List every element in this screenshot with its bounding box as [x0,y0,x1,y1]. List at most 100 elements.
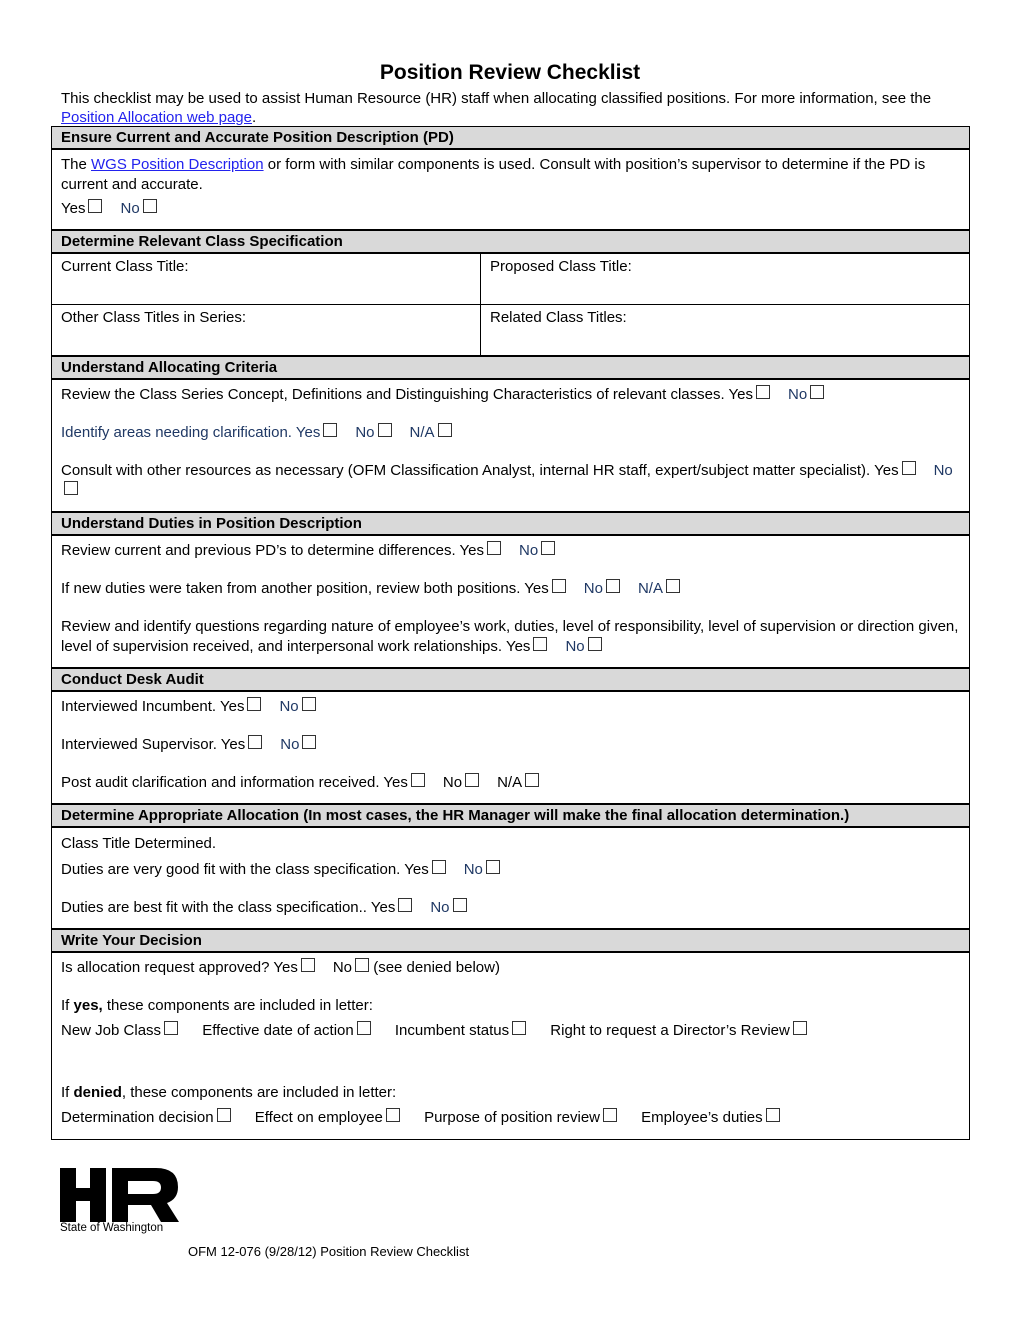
hr-logo-mark-icon [60,1168,179,1222]
other-class-titles-field[interactable]: Other Class Titles in Series: [52,305,481,355]
denied-components-label: If denied, these components are included… [61,1083,960,1103]
audit-1-no-checkbox[interactable] [301,697,316,711]
criteria-item-1: Review the Class Series Concept, Definit… [61,385,960,405]
wgs-position-description-link[interactable]: WGS Position Description [91,156,264,173]
na-label: N/A [497,774,523,791]
proposed-class-title-label: Proposed Class Title: [490,258,632,275]
label-bold: denied [73,1084,122,1101]
checklist-form: Ensure Current and Accurate Position Des… [51,126,970,1140]
duties-2-na-checkbox[interactable] [665,579,680,593]
audit-3-na-checkbox[interactable] [525,773,540,787]
audit-item-2: Interviewed Supervisor. Yes No [61,735,960,755]
incumbent-status-checkbox[interactable] [512,1021,527,1035]
criteria-1-yes-checkbox[interactable] [756,385,770,399]
label-prefix: If [61,1084,74,1101]
directors-review-checkbox[interactable] [792,1021,807,1035]
duties-item-3: Review and identify questions regarding … [61,617,960,657]
criteria-2-yes-checkbox[interactable] [323,423,338,437]
label-suffix: , these components are included in lette… [121,1084,397,1101]
audit-item-3: Post audit clarification and information… [61,773,960,793]
component-label: Right to request a Director’s Review [550,1022,790,1039]
new-job-class-checkbox[interactable] [164,1021,179,1035]
pd-text-start: The [61,156,92,173]
section-heading-class-spec: Determine Relevant Class Specification [52,229,969,254]
section-heading-allocation: Determine Appropriate Allocation (In mos… [52,803,969,828]
no-label: No [430,899,450,916]
no-label: No [583,580,603,597]
allocation-1-yes-checkbox[interactable] [431,860,446,874]
section-body-audit: Interviewed Incumbent. Yes No Interviewed… [52,692,969,803]
pd-no-checkbox[interactable] [142,199,157,213]
item-text: Review and identify questions regarding … [61,618,959,655]
section-body-duties: Review current and previous PD’s to dete… [52,536,969,667]
intro-text: This checklist may be used to assist Hum… [61,90,932,107]
duties-2-yes-checkbox[interactable] [551,579,566,593]
pd-options: Yes No [61,199,960,219]
yes-components-label: If yes, these components are included in… [61,996,960,1016]
item-text: If new duties were taken from another po… [61,580,549,597]
audit-1-yes-checkbox[interactable] [247,697,262,711]
intro-paragraph: This checklist may be used to assist Hum… [61,89,941,127]
audit-2-no-checkbox[interactable] [302,735,317,749]
no-label: No [279,698,299,715]
no-label: No [332,959,353,976]
allocation-2-no-checkbox[interactable] [452,898,467,912]
duties-2-no-checkbox[interactable] [605,579,620,593]
page-title: Position Review Checklist [379,61,641,84]
denied-components: Determination decision Effect on employe… [61,1108,960,1128]
component-label: Effect on employee [254,1109,383,1126]
criteria-1-no-checkbox[interactable] [810,385,825,399]
decision-no-checkbox[interactable] [355,958,370,972]
decision-yes-checkbox[interactable] [300,958,315,972]
section-heading-decision: Write Your Decision [52,928,969,953]
proposed-class-title-field[interactable]: Proposed Class Title: [481,254,969,304]
hr-logo: State of Washington [60,1168,182,1234]
criteria-2-na-checkbox[interactable] [437,423,452,437]
denied-component: Employee’s duties [641,1108,780,1126]
yes-component: Right to request a Director’s Review [550,1021,807,1039]
label-suffix: these components are included in letter: [102,997,373,1014]
criteria-item-3: Consult with other resources as necessar… [61,461,960,501]
audit-3-no-checkbox[interactable] [465,773,480,787]
criteria-3-yes-checkbox[interactable] [901,461,916,475]
allocation-2-yes-checkbox[interactable] [398,898,413,912]
denied-component: Effect on employee [254,1108,400,1126]
item-text: Review current and previous PD’s to dete… [61,542,485,559]
current-class-title-field[interactable]: Current Class Title: [52,254,481,304]
component-label: Employee’s duties [641,1109,763,1126]
pd-yes-checkbox[interactable] [88,199,103,213]
determination-decision-checkbox[interactable] [216,1108,231,1122]
duties-3-yes-checkbox[interactable] [533,637,548,651]
audit-2-yes-checkbox[interactable] [248,735,263,749]
allocation-item-2: Duties are best fit with the class speci… [61,898,960,918]
duties-1-yes-checkbox[interactable] [487,541,502,555]
criteria-2-no-checkbox[interactable] [377,423,392,437]
criteria-3-no-checkbox[interactable] [64,481,78,495]
effective-date-checkbox[interactable] [356,1021,371,1035]
section-body-pd: The WGS Position Description or form wit… [52,150,969,229]
duties-1-no-checkbox[interactable] [541,541,556,555]
audit-3-yes-checkbox[interactable] [410,773,425,787]
class-spec-row-1: Current Class Title: Proposed Class Titl… [52,254,969,304]
effect-on-employee-checkbox[interactable] [385,1108,400,1122]
no-label: No [519,542,539,559]
related-class-titles-field[interactable]: Related Class Titles: [481,305,969,355]
employees-duties-checkbox[interactable] [765,1108,780,1122]
na-label: N/A [409,424,435,441]
no-label: No [442,774,463,791]
duties-3-no-checkbox[interactable] [587,637,602,651]
logo-subtitle: State of Washington [60,1222,164,1234]
allocation-intro: Class Title Determined. [61,835,217,852]
item-text: Interviewed Incumbent. Yes [61,698,245,715]
position-allocation-link[interactable]: Position Allocation web page [61,109,252,126]
purpose-of-review-checkbox[interactable] [603,1108,617,1122]
no-label: No [463,861,483,878]
section-heading-pd: Ensure Current and Accurate Position Des… [52,127,969,150]
label-bold: yes, [73,997,103,1014]
section-body-criteria: Review the Class Series Concept, Definit… [52,380,969,511]
related-class-titles-label: Related Class Titles: [490,309,627,326]
pd-text: The WGS Position Description or form wit… [61,155,960,195]
component-label: Purpose of position review [424,1109,600,1126]
allocation-1-no-checkbox[interactable] [485,860,500,874]
yes-label: Yes [61,200,86,217]
